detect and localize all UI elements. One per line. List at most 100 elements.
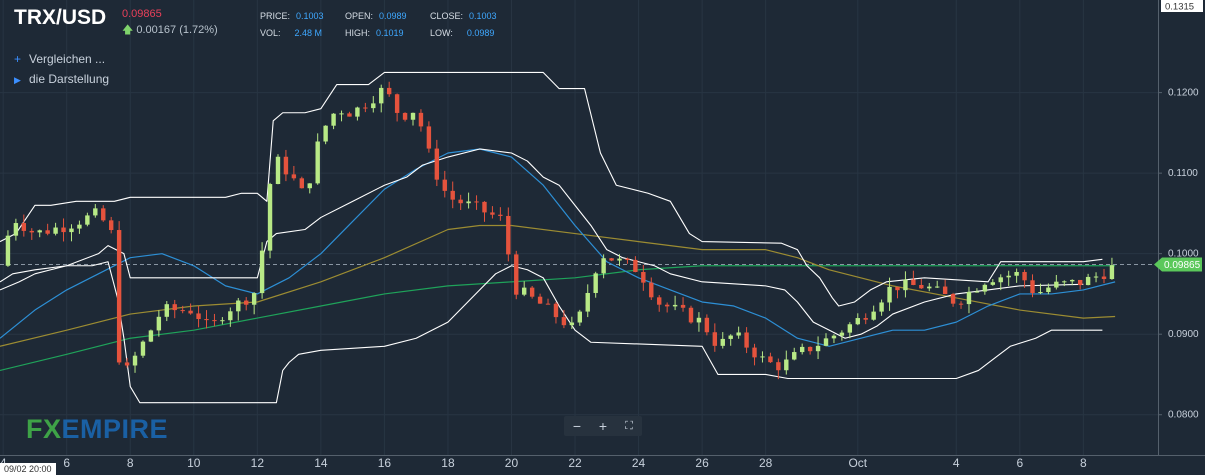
stat-open-label: OPEN:	[345, 11, 374, 21]
candle-body	[1062, 281, 1067, 283]
candle-body	[1014, 271, 1019, 276]
candle-body	[990, 282, 995, 285]
candle-body	[672, 304, 678, 307]
candle-body	[720, 338, 725, 346]
candle-body	[458, 199, 463, 204]
arrow-up-icon: 🡅	[122, 24, 134, 36]
candle-body	[625, 258, 630, 260]
candle-body	[1109, 265, 1115, 280]
candle-body	[410, 112, 416, 120]
candle-body	[792, 352, 797, 360]
candle-body	[371, 103, 376, 109]
x-tick-label: 26	[695, 456, 709, 470]
candle-body	[966, 291, 972, 305]
candle-body	[148, 330, 154, 342]
y-tick-label: 0.1200	[1168, 88, 1199, 99]
candle-body	[1085, 276, 1091, 286]
candle-body	[815, 345, 821, 352]
candle-body	[974, 291, 980, 293]
price-change: 🡅 0.00167 (1.72%)	[122, 21, 218, 40]
y-tick-label: 0.1100	[1168, 168, 1198, 179]
candle-body	[5, 235, 11, 266]
candle-body	[466, 201, 471, 204]
x-tick-label: 22	[568, 456, 582, 470]
candle-body	[831, 335, 837, 339]
candle-body	[363, 107, 368, 109]
candle-body	[228, 311, 233, 321]
candle-body	[402, 112, 408, 120]
candle-body	[680, 304, 686, 308]
price-tag-label: 0.09865	[1164, 260, 1201, 271]
candle-body	[903, 279, 908, 291]
x-tick-label: 6	[63, 456, 70, 470]
stat-close-label: CLOSE:	[430, 11, 464, 21]
stat-low-value: 0.0989	[466, 28, 495, 38]
candle-body	[1022, 271, 1027, 281]
candle-body	[696, 317, 702, 323]
candle-body	[807, 346, 813, 352]
time-axis: 46810121416182022242628Oct468	[0, 456, 1087, 470]
candle-body	[124, 362, 130, 366]
candle-body	[1046, 287, 1051, 293]
candle-body	[784, 359, 789, 371]
crosshair-date: 09/02 20:00	[0, 463, 56, 475]
candle-body	[93, 208, 98, 216]
candle-body	[871, 311, 876, 320]
candle-body	[752, 347, 757, 358]
stat-price: PRICE: 0.1003	[260, 11, 324, 21]
candle-body	[418, 112, 424, 127]
price-chart[interactable]: 0.08000.09000.10000.11000.12000.13150.09…	[0, 0, 1205, 473]
candle-body	[267, 184, 273, 251]
candle-body	[641, 272, 646, 283]
candle-body	[77, 224, 82, 229]
candle-body	[251, 293, 257, 305]
candle-body	[394, 94, 400, 113]
candle-body	[386, 87, 392, 95]
candle-body	[664, 304, 670, 307]
y-tick-label: 0.0900	[1168, 329, 1199, 340]
candle-body	[69, 228, 74, 233]
x-tick-label: 12	[251, 456, 265, 470]
candle-body	[609, 258, 614, 261]
candle-body	[275, 156, 281, 185]
sma-mid-line	[0, 224, 1116, 347]
candle-body	[323, 125, 328, 142]
compare-button[interactable]: + Vergleichen ...	[14, 52, 105, 66]
candle-body	[942, 286, 948, 295]
candle-body	[728, 335, 733, 339]
fullscreen-button[interactable]: ⛶	[616, 416, 642, 436]
stat-close: CLOSE: 0.1003	[430, 11, 497, 21]
candle-body	[760, 356, 765, 358]
symbol-title: TRX/USD	[14, 6, 107, 29]
compare-label: Vergleichen ...	[29, 52, 106, 66]
display-button[interactable]: ▶ die Darstellung	[14, 72, 109, 86]
stat-high-label: HIGH:	[345, 28, 371, 38]
candle-body	[180, 310, 185, 312]
candle-body	[474, 201, 479, 203]
candle-body	[339, 113, 344, 115]
candle-body	[649, 282, 654, 298]
candle-body	[514, 254, 519, 295]
x-tick-label: 14	[314, 456, 328, 470]
zoom-out-button[interactable]: −	[564, 416, 590, 436]
x-tick-label: Oct	[848, 456, 867, 470]
candle-body	[585, 292, 590, 312]
candle-body	[561, 317, 567, 326]
zoom-in-button[interactable]: +	[590, 416, 616, 436]
stat-volume-label: VOL:	[260, 28, 281, 38]
candle-body	[935, 286, 940, 288]
candle-body	[895, 286, 900, 291]
candle-body	[13, 223, 19, 236]
x-tick-label: 10	[187, 456, 201, 470]
candle-body	[116, 230, 122, 363]
candle-body	[529, 287, 535, 297]
x-tick-label: 24	[632, 456, 646, 470]
logo-fx: FX	[26, 414, 62, 444]
candle-body	[1030, 280, 1035, 294]
candle-body	[633, 259, 638, 273]
candle-body	[220, 320, 225, 322]
candle-body	[617, 258, 622, 261]
candle-body	[712, 332, 718, 346]
candle-body	[426, 126, 432, 149]
candle-body	[164, 304, 169, 317]
